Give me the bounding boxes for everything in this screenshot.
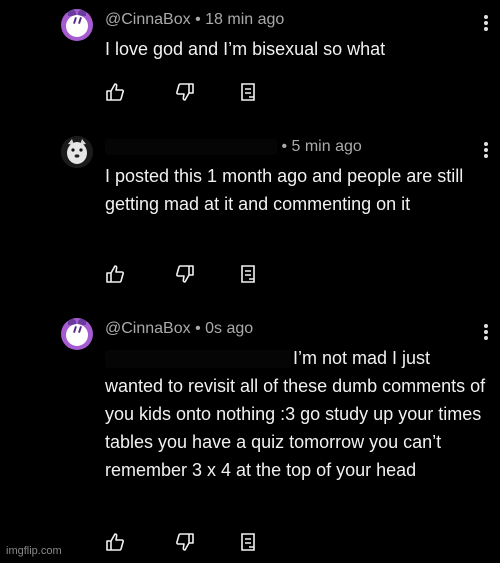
thumbs-up-icon[interactable] (105, 532, 125, 552)
comment-author[interactable]: @CinnaBox (105, 320, 191, 337)
comments-screen: @CinnaBox • 18 min ago I love god and I’… (0, 0, 500, 563)
comment-header: • 5 min ago (105, 138, 362, 156)
comment-header: @CinnaBox • 18 min ago (105, 11, 284, 29)
comment-header: @CinnaBox • 0s ago (105, 320, 253, 338)
thumbs-up-icon[interactable] (105, 82, 125, 102)
comment-author[interactable]: @CinnaBox (105, 11, 191, 28)
more-vertical-icon[interactable] (481, 324, 491, 344)
imgflip-watermark: imgflip.com (6, 545, 62, 557)
dog-avatar[interactable] (61, 136, 93, 168)
comment-time: • 5 min ago (281, 138, 362, 155)
redacted-author (105, 138, 277, 155)
comment-text: I posted this 1 month ago and people are… (105, 166, 464, 214)
comment-time: • 18 min ago (195, 11, 285, 28)
comment-text: I’m not mad I just wanted to revisit all… (105, 344, 490, 484)
cinnabox-avatar[interactable] (61, 9, 93, 41)
thumbs-up-icon[interactable] (105, 264, 125, 284)
redacted-mention (105, 350, 291, 369)
more-vertical-icon[interactable] (481, 15, 491, 35)
thumbs-down-icon[interactable] (175, 264, 195, 284)
comment-time: • 0s ago (195, 320, 254, 337)
reply-icon[interactable] (238, 264, 258, 284)
reply-icon[interactable] (238, 532, 258, 552)
thumbs-down-icon[interactable] (175, 82, 195, 102)
cinnabox-avatar[interactable] (61, 318, 93, 350)
more-vertical-icon[interactable] (481, 142, 491, 162)
reply-icon[interactable] (238, 82, 258, 102)
thumbs-down-icon[interactable] (175, 532, 195, 552)
comment-text: I love god and I’m bisexual so what (105, 39, 386, 59)
